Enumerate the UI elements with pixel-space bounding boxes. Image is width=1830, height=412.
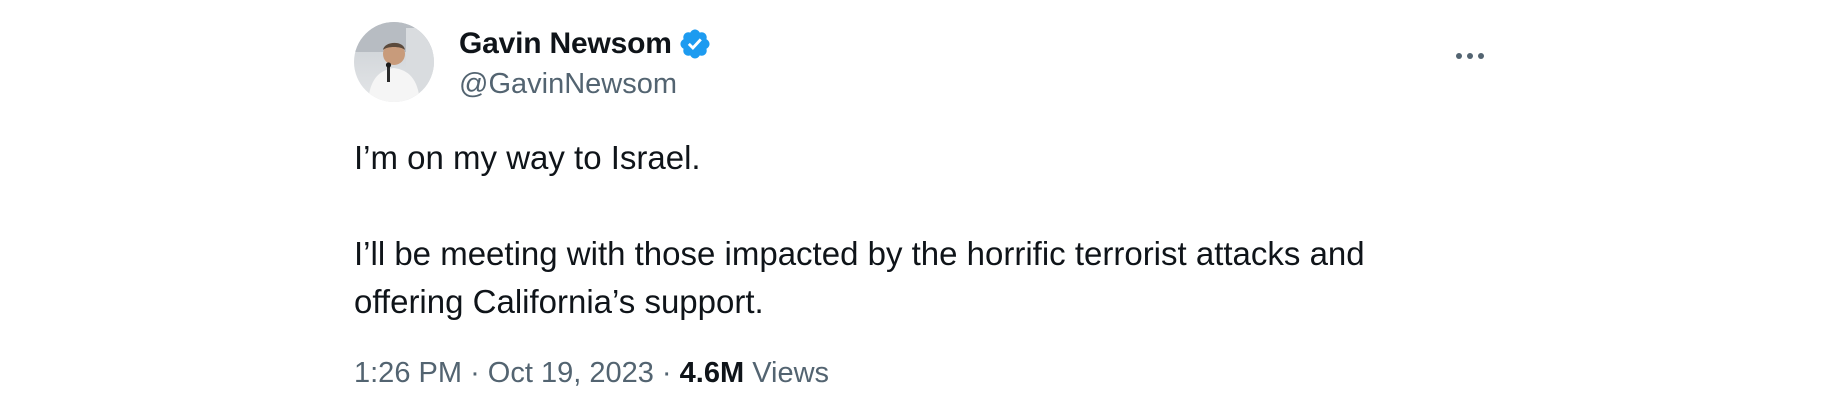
author-info: Gavin Newsom @GavinNewsom [459,24,712,101]
avatar[interactable] [354,22,434,102]
handle[interactable]: @GavinNewsom [459,68,712,101]
tweet-time[interactable]: 1:26 PM [354,357,462,389]
tweet-paragraph: offering California’s support. [354,283,764,320]
display-name[interactable]: Gavin Newsom [459,27,672,61]
name-row: Gavin Newsom [459,24,712,64]
verified-badge-icon[interactable] [678,27,712,61]
tweet-paragraph: I’m on my way to Israel. [354,139,701,176]
meta-separator: · [470,357,480,389]
more-horizontal-icon[interactable] [1450,36,1490,76]
tweet-text: I’m on my way to Israel. I’ll be meeting… [354,134,1490,326]
views-count[interactable]: 4.6M [680,357,744,389]
tweet-meta: 1:26 PM · Oct 19, 2023 · 4.6M Views [354,357,829,390]
meta-separator: · [661,357,672,389]
tweet-date[interactable]: Oct 19, 2023 [488,357,654,389]
views-label[interactable]: Views [752,357,829,389]
tweet-paragraph: I’ll be meeting with those impacted by t… [354,235,1365,272]
avatar-photo [354,22,434,102]
